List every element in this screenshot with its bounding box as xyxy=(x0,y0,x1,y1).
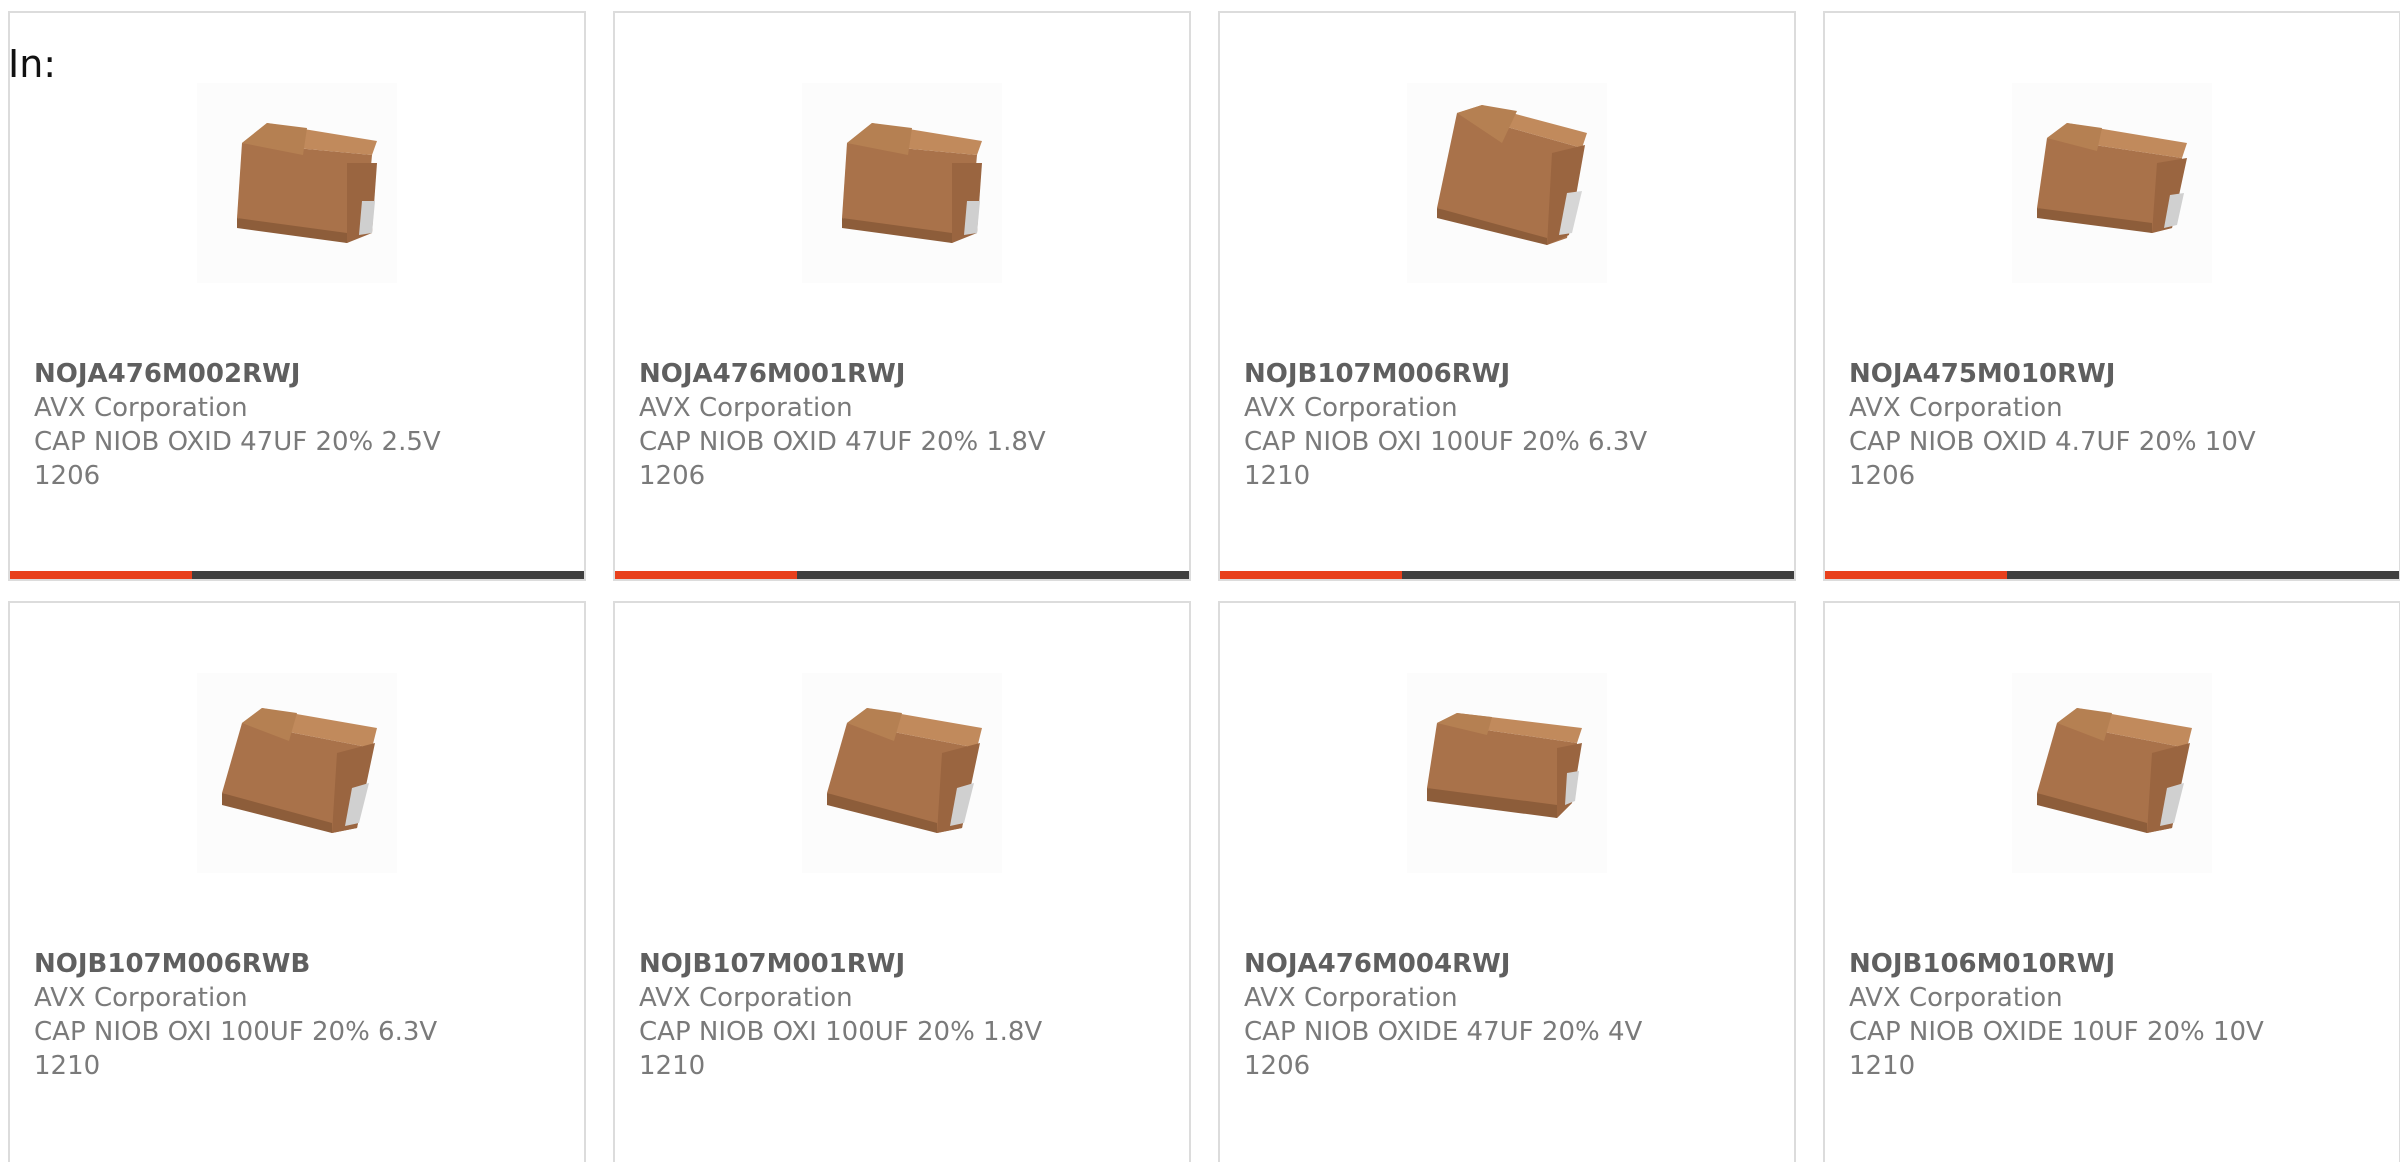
product-info: NOJB107M006RWB AVX Corporation CAP NIOB … xyxy=(34,947,564,1083)
product-card[interactable]: NOJB107M001RWJ AVX Corporation CAP NIOB … xyxy=(613,601,1191,1162)
description: CAP NIOB OXI 100UF 20% 6.3V xyxy=(1244,427,1648,457)
package-size: 1206 xyxy=(1849,461,1916,491)
part-number-link[interactable]: NOJB106M010RWJ xyxy=(1849,947,2379,981)
capacitor-chip-icon xyxy=(1407,83,1607,283)
description: CAP NIOB OXIDE 47UF 20% 4V xyxy=(1244,1017,1643,1047)
package-size: 1210 xyxy=(1244,461,1311,491)
product-info: NOJB107M006RWJ AVX Corporation CAP NIOB … xyxy=(1244,357,1774,493)
manufacturer: AVX Corporation xyxy=(34,393,248,423)
product-grid: NOJA476M002RWJ AVX Corporation CAP NIOB … xyxy=(8,11,2400,1162)
product-card[interactable]: NOJA476M002RWJ AVX Corporation CAP NIOB … xyxy=(8,11,586,581)
capacitor-chip-icon xyxy=(2012,673,2212,873)
capacitor-chip-image[interactable] xyxy=(2012,673,2212,873)
capacitor-chip-image[interactable] xyxy=(197,673,397,873)
part-number-link[interactable]: NOJB107M006RWB xyxy=(34,947,564,981)
card-accent-bar xyxy=(1220,571,1402,579)
card-accent-bar xyxy=(615,571,797,579)
product-card[interactable]: NOJA476M001RWJ AVX Corporation CAP NIOB … xyxy=(613,11,1191,581)
card-footer-bar xyxy=(1220,571,1794,579)
package-size: 1210 xyxy=(639,1051,706,1081)
manufacturer: AVX Corporation xyxy=(1244,393,1458,423)
product-results-page: In: NOJA476M002RWJ AVX Corporation CAP N… xyxy=(0,0,2400,1162)
capacitor-chip-image[interactable] xyxy=(1407,673,1607,873)
capacitor-chip-image[interactable] xyxy=(197,83,397,283)
description: CAP NIOB OXI 100UF 20% 6.3V xyxy=(34,1017,438,1047)
capacitor-chip-image[interactable] xyxy=(802,673,1002,873)
product-info: NOJA476M002RWJ AVX Corporation CAP NIOB … xyxy=(34,357,564,493)
package-size: 1206 xyxy=(639,461,706,491)
card-footer-bar xyxy=(10,571,584,579)
card-footer-bar xyxy=(615,571,1189,579)
description: CAP NIOB OXID 47UF 20% 2.5V xyxy=(34,427,441,457)
package-size: 1210 xyxy=(34,1051,101,1081)
product-card[interactable]: NOJB106M010RWJ AVX Corporation CAP NIOB … xyxy=(1823,601,2400,1162)
capacitor-chip-icon xyxy=(802,673,1002,873)
part-number-link[interactable]: NOJB107M001RWJ xyxy=(639,947,1169,981)
product-info: NOJA476M001RWJ AVX Corporation CAP NIOB … xyxy=(639,357,1169,493)
manufacturer: AVX Corporation xyxy=(1849,393,2063,423)
capacitor-chip-image[interactable] xyxy=(2012,83,2212,283)
card-footer-bar xyxy=(1825,571,2399,579)
product-info: NOJA476M004RWJ AVX Corporation CAP NIOB … xyxy=(1244,947,1774,1083)
card-accent-bar xyxy=(1825,571,2007,579)
product-info: NOJA475M010RWJ AVX Corporation CAP NIOB … xyxy=(1849,357,2379,493)
manufacturer: AVX Corporation xyxy=(1244,983,1458,1013)
part-number-link[interactable]: NOJA476M004RWJ xyxy=(1244,947,1774,981)
package-size: 1206 xyxy=(34,461,101,491)
description: CAP NIOB OXID 4.7UF 20% 10V xyxy=(1849,427,2256,457)
capacitor-chip-image[interactable] xyxy=(802,83,1002,283)
capacitor-chip-image[interactable] xyxy=(1407,83,1607,283)
package-size: 1210 xyxy=(1849,1051,1916,1081)
part-number-link[interactable]: NOJA475M010RWJ xyxy=(1849,357,2379,391)
manufacturer: AVX Corporation xyxy=(1849,983,2063,1013)
capacitor-chip-icon xyxy=(197,83,397,283)
product-info: NOJB107M001RWJ AVX Corporation CAP NIOB … xyxy=(639,947,1169,1083)
card-accent-bar xyxy=(10,571,192,579)
description: CAP NIOB OXI 100UF 20% 1.8V xyxy=(639,1017,1043,1047)
capacitor-chip-icon xyxy=(2012,83,2212,283)
part-number-link[interactable]: NOJA476M001RWJ xyxy=(639,357,1169,391)
capacitor-chip-icon xyxy=(1407,673,1607,873)
product-card[interactable]: NOJB107M006RWJ AVX Corporation CAP NIOB … xyxy=(1218,11,1796,581)
manufacturer: AVX Corporation xyxy=(34,983,248,1013)
manufacturer: AVX Corporation xyxy=(639,393,853,423)
product-card[interactable]: NOJA476M004RWJ AVX Corporation CAP NIOB … xyxy=(1218,601,1796,1162)
description: CAP NIOB OXID 47UF 20% 1.8V xyxy=(639,427,1046,457)
part-number-link[interactable]: NOJB107M006RWJ xyxy=(1244,357,1774,391)
description: CAP NIOB OXIDE 10UF 20% 10V xyxy=(1849,1017,2264,1047)
package-size: 1206 xyxy=(1244,1051,1311,1081)
filter-label: In: xyxy=(8,42,57,86)
capacitor-chip-icon xyxy=(197,673,397,873)
product-card[interactable]: NOJB107M006RWB AVX Corporation CAP NIOB … xyxy=(8,601,586,1162)
capacitor-chip-icon xyxy=(802,83,1002,283)
manufacturer: AVX Corporation xyxy=(639,983,853,1013)
product-card[interactable]: NOJA475M010RWJ AVX Corporation CAP NIOB … xyxy=(1823,11,2400,581)
part-number-link[interactable]: NOJA476M002RWJ xyxy=(34,357,564,391)
product-info: NOJB106M010RWJ AVX Corporation CAP NIOB … xyxy=(1849,947,2379,1083)
